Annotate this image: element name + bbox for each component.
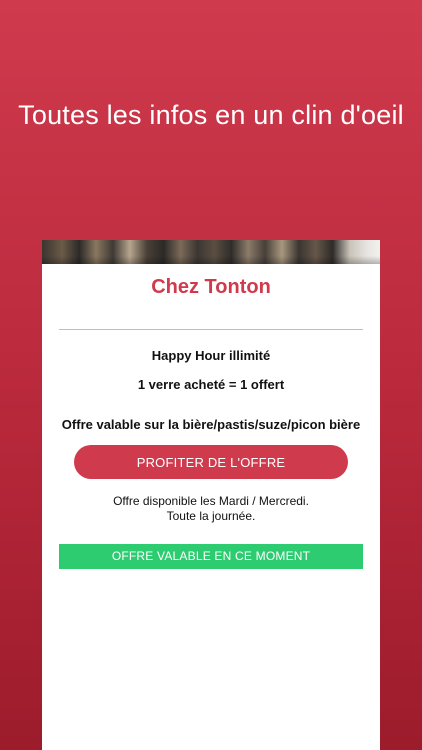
claim-offer-button[interactable]: PROFITER DE L'OFFRE: [74, 445, 348, 479]
availability-hours: Toute la journée.: [166, 509, 256, 523]
venue-hero-image: [42, 240, 380, 264]
promo-headline: Toutes les infos en un clin d'oeil: [18, 100, 404, 130]
offer-status-badge: OFFRE VALABLE EN CE MOMENT: [59, 544, 363, 569]
availability-days: Offre disponible les Mardi / Mercredi.: [113, 494, 309, 508]
divider: [59, 329, 363, 330]
offer-screen: Chez Tonton Happy Hour illimité 1 verre …: [42, 240, 380, 750]
offer-validity: Offre valable sur la bière/pastis/suze/p…: [61, 417, 361, 432]
offer-availability: Offre disponible les Mardi / Mercredi. T…: [42, 494, 380, 524]
venue-name: Chez Tonton: [151, 276, 271, 298]
offer-description: 1 verre acheté = 1 offert: [137, 377, 285, 392]
offer-title: Happy Hour illimité: [151, 348, 271, 363]
